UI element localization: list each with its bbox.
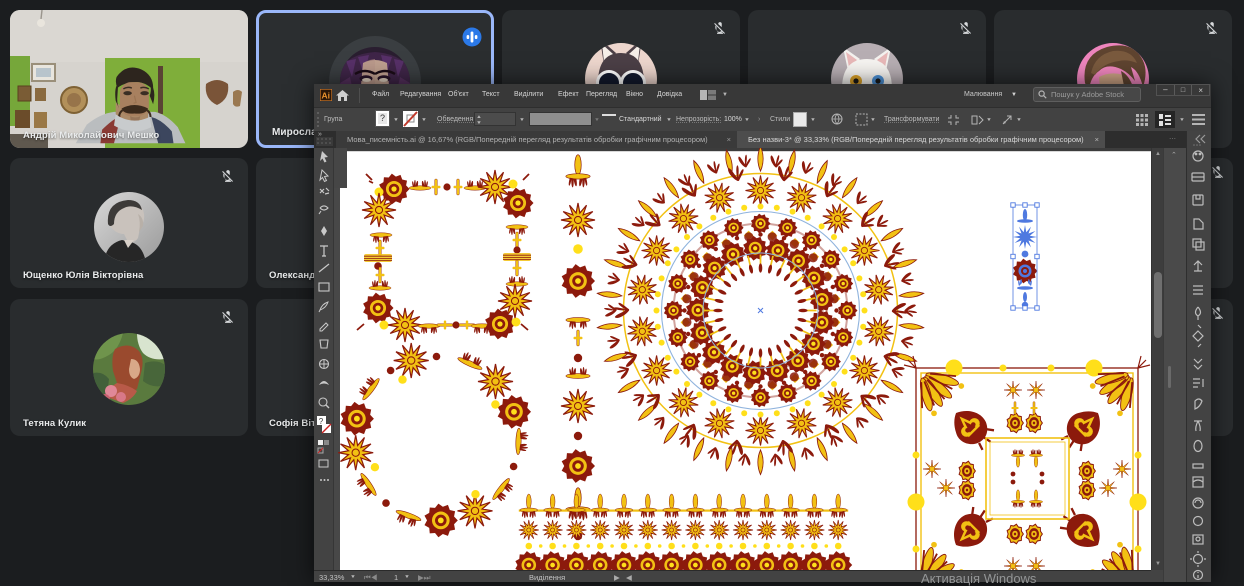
svg-text:Ai: Ai <box>322 91 331 101</box>
